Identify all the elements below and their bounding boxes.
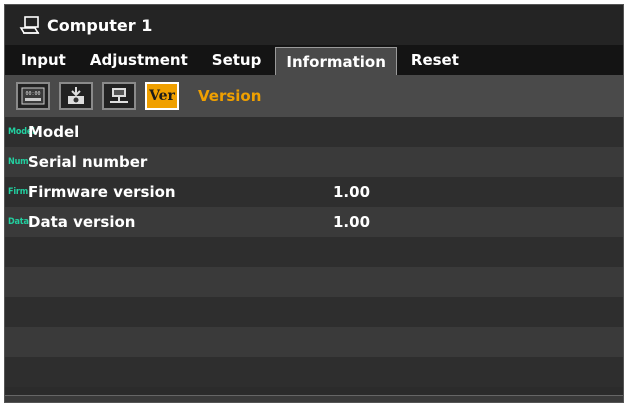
row-abbr: Num <box>8 157 29 167</box>
row-abbr: Firm <box>8 187 28 197</box>
usage-time-icon[interactable]: 00:00 <box>16 82 50 110</box>
info-row-serial-number: Num Serial number <box>5 147 623 177</box>
version-icon-label: Ver <box>149 88 175 104</box>
tab-information[interactable]: Information <box>275 47 397 75</box>
tab-reset[interactable]: Reset <box>401 45 469 75</box>
title-bar: Computer 1 <box>5 5 623 45</box>
empty-row <box>5 267 623 297</box>
svg-text:00:00: 00:00 <box>25 91 40 97</box>
empty-row <box>5 297 623 327</box>
row-value: 1.00 <box>333 213 371 231</box>
row-abbr: Model <box>8 127 35 137</box>
section-title: Version <box>198 87 262 105</box>
sub-page-selector: 00:00 Ver Version <box>5 75 623 117</box>
info-row-data-version: Data Data version 1.00 <box>5 207 623 237</box>
row-abbr: Data <box>8 217 29 227</box>
row-label: Serial number <box>28 153 148 171</box>
version-icon[interactable]: Ver <box>145 82 179 110</box>
info-list: Model Model Num Serial number Firm Firmw… <box>5 117 623 387</box>
empty-row <box>5 237 623 267</box>
info-row-firmware-version: Firm Firmware version 1.00 <box>5 177 623 207</box>
window-title: Computer 1 <box>47 15 153 35</box>
info-row-model: Model Model <box>5 117 623 147</box>
menu-bottom-edge <box>5 395 623 402</box>
tab-input[interactable]: Input <box>11 45 76 75</box>
row-label: Data version <box>28 213 136 231</box>
row-value: 1.00 <box>333 183 371 201</box>
row-label: Model <box>28 123 80 141</box>
pc-source-icon <box>19 16 40 34</box>
source-icon[interactable] <box>59 82 93 110</box>
empty-row <box>5 327 623 357</box>
row-label: Firmware version <box>28 183 176 201</box>
empty-row <box>5 357 623 387</box>
tab-adjustment[interactable]: Adjustment <box>80 45 198 75</box>
projector-menu: Computer 1 Input Adjustment Setup Inform… <box>4 4 624 403</box>
wired-lan-icon[interactable] <box>102 82 136 110</box>
tab-bar: Input Adjustment Setup Information Reset <box>5 45 623 75</box>
tab-setup[interactable]: Setup <box>202 45 272 75</box>
